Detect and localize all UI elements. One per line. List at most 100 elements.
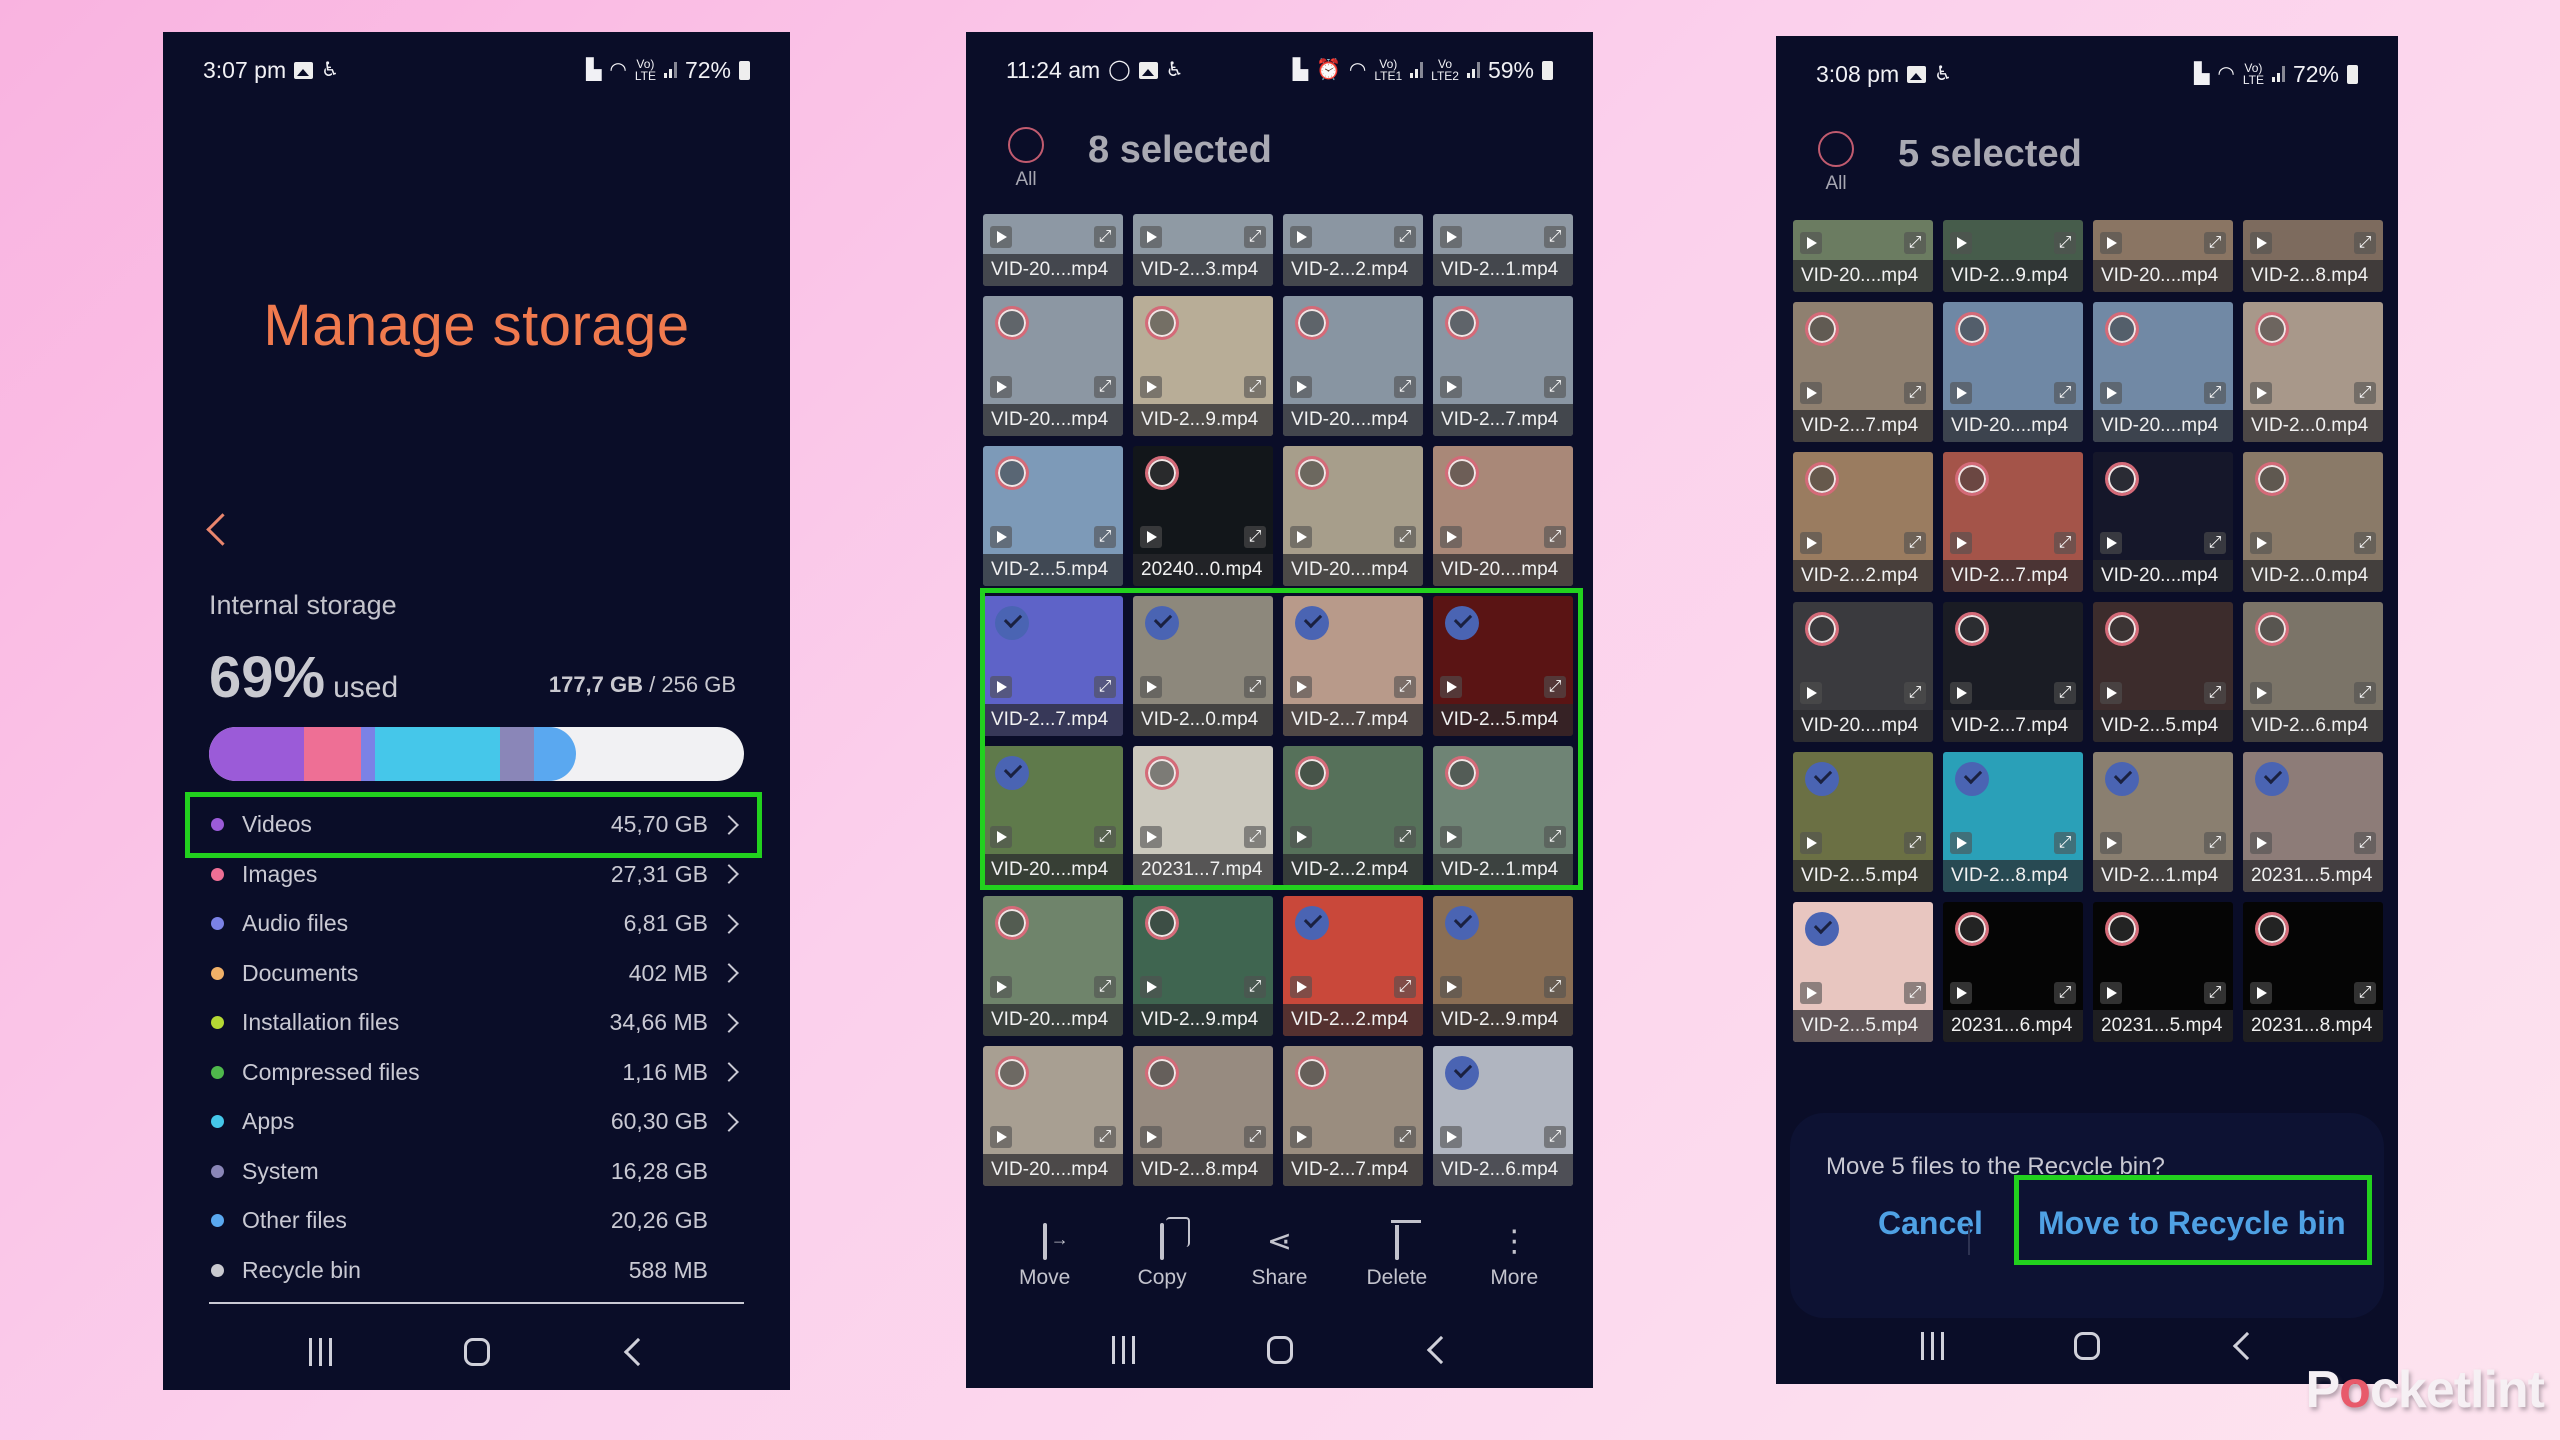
expand-icon[interactable]: ⤢ (2204, 982, 2226, 1004)
video-thumbnail[interactable]: ⤢ 20231...5.mp4 (2093, 902, 2233, 1042)
unchecked-checkbox-icon[interactable] (1145, 456, 1179, 490)
unchecked-checkbox-icon[interactable] (995, 456, 1029, 490)
video-thumbnail[interactable]: ⤢ VID-20....mp4 (2093, 452, 2233, 592)
unchecked-checkbox-icon[interactable] (995, 906, 1029, 940)
expand-icon[interactable]: ⤢ (2054, 232, 2076, 254)
expand-icon[interactable]: ⤢ (1244, 676, 1266, 698)
video-thumbnail[interactable]: ⤢ VID-2...0.mp4 (2243, 452, 2383, 592)
expand-icon[interactable]: ⤢ (2054, 982, 2076, 1004)
expand-icon[interactable]: ⤢ (1094, 976, 1116, 998)
video-thumbnail[interactable]: ⤢ VID-2...9.mp4 (1943, 220, 2083, 292)
expand-icon[interactable]: ⤢ (1094, 226, 1116, 248)
expand-icon[interactable]: ⤢ (1904, 532, 1926, 554)
unchecked-checkbox-icon[interactable] (2255, 312, 2289, 346)
video-thumbnail[interactable]: ⤢ VID-2...5.mp4 (1793, 752, 1933, 892)
expand-icon[interactable]: ⤢ (1394, 1126, 1416, 1148)
storage-category-documents[interactable]: Documents 402 MB (209, 949, 744, 999)
video-thumbnail[interactable]: ⤢ 20231...7.mp4 (1133, 746, 1273, 886)
expand-icon[interactable]: ⤢ (1244, 1126, 1266, 1148)
video-thumbnail[interactable]: ⤢ VID-2...6.mp4 (2243, 602, 2383, 742)
video-thumbnail[interactable]: ⤢ VID-20....mp4 (2093, 220, 2233, 292)
storage-category-videos[interactable]: Videos 45,70 GB (209, 800, 744, 850)
video-thumbnail[interactable]: ⤢ VID-2...5.mp4 (983, 446, 1123, 586)
unchecked-checkbox-icon[interactable] (1445, 306, 1479, 340)
storage-category-apps[interactable]: Apps 60,30 GB (209, 1097, 744, 1147)
video-thumbnail[interactable]: ⤢ VID-2...2.mp4 (1283, 746, 1423, 886)
video-thumbnail[interactable]: ⤢ VID-20....mp4 (1793, 220, 1933, 292)
checked-checkbox-icon[interactable] (2255, 762, 2289, 796)
recents-icon[interactable] (1112, 1336, 1135, 1364)
expand-icon[interactable]: ⤢ (2354, 382, 2376, 404)
copy-button[interactable]: Copy (1112, 1222, 1212, 1290)
video-thumbnail[interactable]: ⤢ VID-20....mp4 (1943, 302, 2083, 442)
video-thumbnail[interactable]: ⤢ VID-2...0.mp4 (2243, 302, 2383, 442)
expand-icon[interactable]: ⤢ (1904, 382, 1926, 404)
video-thumbnail[interactable]: ⤢ VID-20....mp4 (1793, 602, 1933, 742)
unchecked-checkbox-icon[interactable] (2105, 462, 2139, 496)
checked-checkbox-icon[interactable] (995, 756, 1029, 790)
expand-icon[interactable]: ⤢ (1094, 1126, 1116, 1148)
back-icon[interactable] (2231, 1332, 2253, 1360)
video-thumbnail[interactable]: ⤢ VID-2...7.mp4 (1943, 602, 2083, 742)
video-thumbnail[interactable]: ⤢ VID-20....mp4 (983, 746, 1123, 886)
expand-icon[interactable]: ⤢ (2054, 382, 2076, 404)
move-to-recycle-bin-button[interactable]: Move to Recycle bin (2038, 1205, 2346, 1242)
select-all-checkbox[interactable] (1818, 131, 1854, 167)
checked-checkbox-icon[interactable] (1955, 762, 1989, 796)
move-button[interactable]: Move (995, 1222, 1095, 1290)
home-icon[interactable] (2074, 1332, 2101, 1360)
unchecked-checkbox-icon[interactable] (2105, 612, 2139, 646)
video-thumbnail[interactable]: ⤢ VID-2...9.mp4 (1433, 896, 1573, 1036)
video-thumbnail[interactable]: ⤢ VID-2...1.mp4 (1433, 746, 1573, 886)
share-button[interactable]: ⋖ Share (1229, 1222, 1329, 1290)
storage-category-installation-files[interactable]: Installation files 34,66 MB (209, 998, 744, 1048)
home-icon[interactable] (1267, 1336, 1293, 1364)
unchecked-checkbox-icon[interactable] (1955, 462, 1989, 496)
expand-icon[interactable]: ⤢ (1544, 226, 1566, 248)
expand-icon[interactable]: ⤢ (1904, 832, 1926, 854)
expand-icon[interactable]: ⤢ (1544, 1126, 1566, 1148)
expand-icon[interactable]: ⤢ (1394, 226, 1416, 248)
expand-icon[interactable]: ⤢ (1394, 526, 1416, 548)
unchecked-checkbox-icon[interactable] (1295, 756, 1329, 790)
video-thumbnail[interactable]: ⤢ VID-20....mp4 (1433, 446, 1573, 586)
video-thumbnail[interactable]: ⤢ VID-20....mp4 (983, 896, 1123, 1036)
expand-icon[interactable]: ⤢ (2054, 832, 2076, 854)
unchecked-checkbox-icon[interactable] (1145, 906, 1179, 940)
video-thumbnail[interactable]: ⤢ 20240...0.mp4 (1133, 446, 1273, 586)
storage-category-images[interactable]: Images 27,31 GB (209, 850, 744, 900)
expand-icon[interactable]: ⤢ (1394, 676, 1416, 698)
unchecked-checkbox-icon[interactable] (1445, 756, 1479, 790)
video-thumbnail[interactable]: ⤢ VID-2...2.mp4 (1283, 896, 1423, 1036)
video-thumbnail[interactable]: ⤢ VID-2...5.mp4 (2093, 602, 2233, 742)
expand-icon[interactable]: ⤢ (1394, 826, 1416, 848)
expand-icon[interactable]: ⤢ (1244, 376, 1266, 398)
video-thumbnail[interactable]: ⤢ VID-2...1.mp4 (2093, 752, 2233, 892)
expand-icon[interactable]: ⤢ (2204, 232, 2226, 254)
video-thumbnail[interactable]: ⤢ VID-20....mp4 (983, 296, 1123, 436)
expand-icon[interactable]: ⤢ (1544, 526, 1566, 548)
expand-icon[interactable]: ⤢ (1544, 976, 1566, 998)
video-thumbnail[interactable]: ⤢ VID-2...2.mp4 (1793, 452, 1933, 592)
video-thumbnail[interactable]: ⤢ VID-2...7.mp4 (1793, 302, 1933, 442)
select-all-checkbox[interactable] (1008, 127, 1044, 163)
video-thumbnail[interactable]: ⤢ VID-2...7.mp4 (1283, 596, 1423, 736)
expand-icon[interactable]: ⤢ (1244, 526, 1266, 548)
video-thumbnail[interactable]: ⤢ VID-2...8.mp4 (1133, 1046, 1273, 1186)
expand-icon[interactable]: ⤢ (2354, 832, 2376, 854)
video-thumbnail[interactable]: ⤢ 20231...5.mp4 (2243, 752, 2383, 892)
video-thumbnail[interactable]: ⤢ VID-2...7.mp4 (983, 596, 1123, 736)
back-button[interactable] (203, 510, 229, 550)
unchecked-checkbox-icon[interactable] (1145, 1056, 1179, 1090)
unchecked-checkbox-icon[interactable] (1295, 1056, 1329, 1090)
expand-icon[interactable]: ⤢ (1244, 976, 1266, 998)
video-thumbnail[interactable]: ⤢ VID-2...1.mp4 (1433, 214, 1573, 286)
expand-icon[interactable]: ⤢ (2204, 382, 2226, 404)
home-icon[interactable] (464, 1338, 490, 1366)
unchecked-checkbox-icon[interactable] (1295, 306, 1329, 340)
video-thumbnail[interactable]: ⤢ VID-20....mp4 (2093, 302, 2233, 442)
video-thumbnail[interactable]: ⤢ VID-20....mp4 (1283, 296, 1423, 436)
video-thumbnail[interactable]: ⤢ VID-2...9.mp4 (1133, 296, 1273, 436)
checked-checkbox-icon[interactable] (1445, 1056, 1479, 1090)
select-all-toggle[interactable]: All (1006, 127, 1046, 191)
